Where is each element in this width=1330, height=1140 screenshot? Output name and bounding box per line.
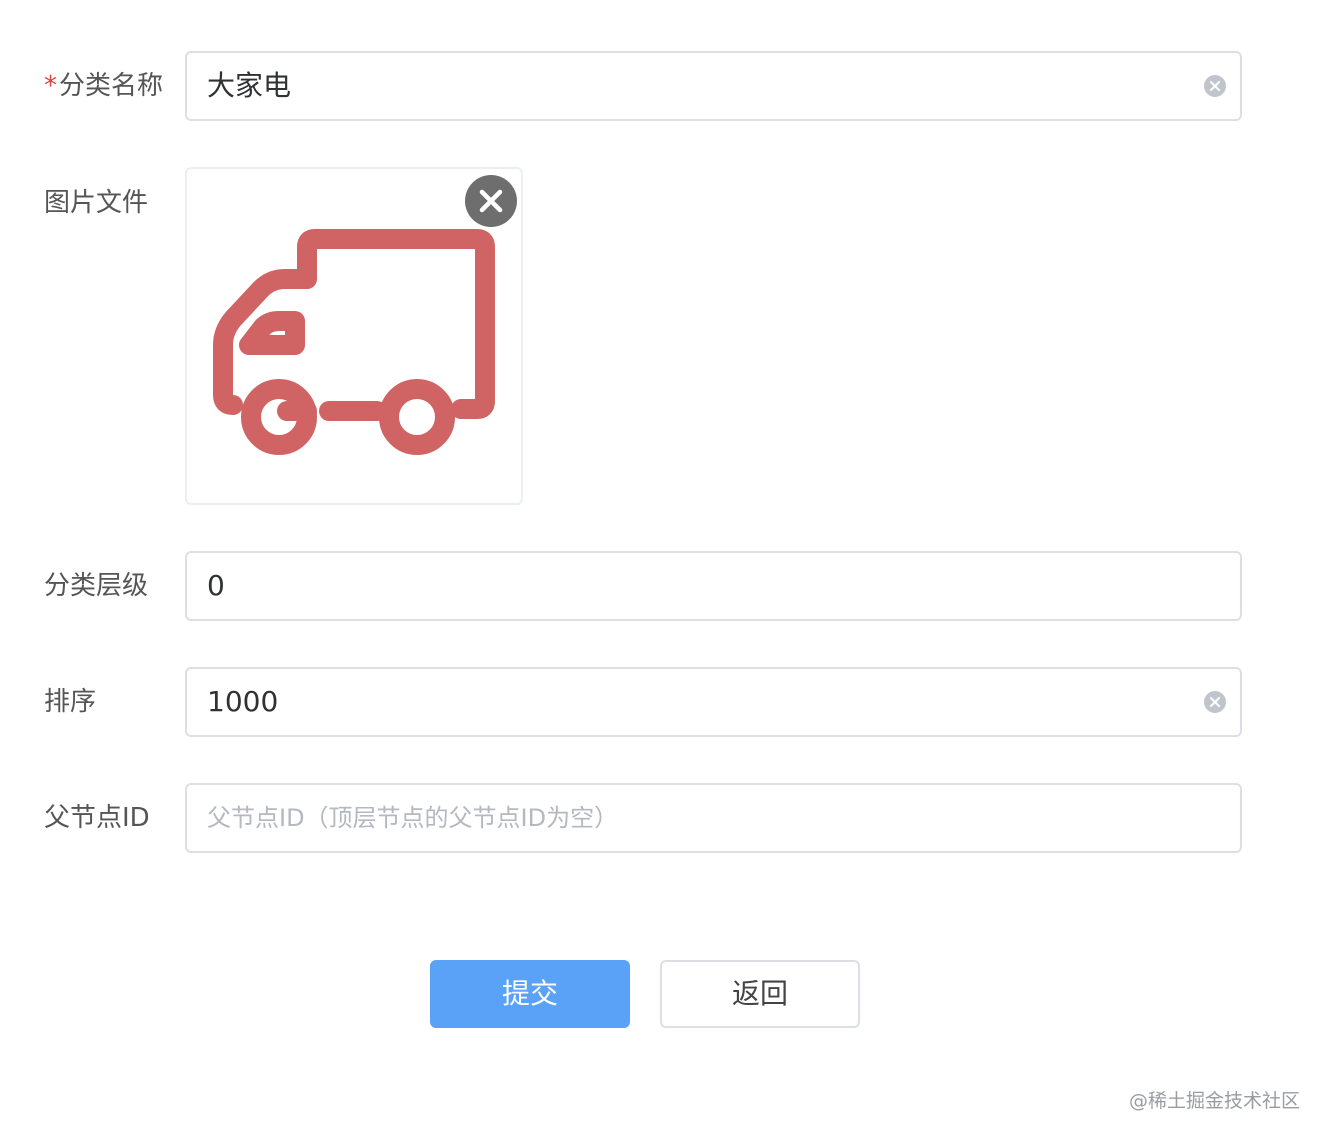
parent-id-field[interactable]: 父节点ID（顶层节点的父节点ID为空） — [185, 783, 1242, 853]
watermark: @稀土掘金技术社区 — [1128, 1090, 1300, 1112]
clear-icon[interactable] — [1204, 691, 1226, 713]
required-mark: * — [44, 71, 57, 101]
category-level-label: 分类层级 — [44, 571, 149, 601]
clear-icon[interactable] — [1204, 75, 1226, 97]
image-upload-preview[interactable] — [185, 167, 523, 505]
truck-icon — [213, 229, 495, 455]
category-name-value[interactable]: 大家电 — [207, 53, 291, 119]
parent-id-label: 父节点ID — [44, 803, 150, 833]
image-file-label: 图片文件 — [44, 188, 149, 218]
category-name-label: *分类名称 — [44, 68, 163, 104]
category-name-field[interactable]: 大家电 — [185, 51, 1242, 121]
category-level-field[interactable]: 0 — [185, 551, 1242, 621]
sort-order-label: 排序 — [44, 687, 97, 717]
remove-image-button[interactable] — [465, 175, 517, 227]
back-button[interactable]: 返回 — [660, 960, 860, 1028]
close-icon — [479, 189, 503, 213]
sort-order-field[interactable]: 1000 — [185, 667, 1242, 737]
parent-id-placeholder[interactable]: 父节点ID（顶层节点的父节点ID为空） — [207, 785, 618, 851]
submit-button[interactable]: 提交 — [430, 960, 630, 1028]
category-name-label-text: 分类名称 — [59, 71, 164, 101]
category-level-value[interactable]: 0 — [207, 553, 225, 619]
sort-order-value[interactable]: 1000 — [207, 669, 278, 735]
